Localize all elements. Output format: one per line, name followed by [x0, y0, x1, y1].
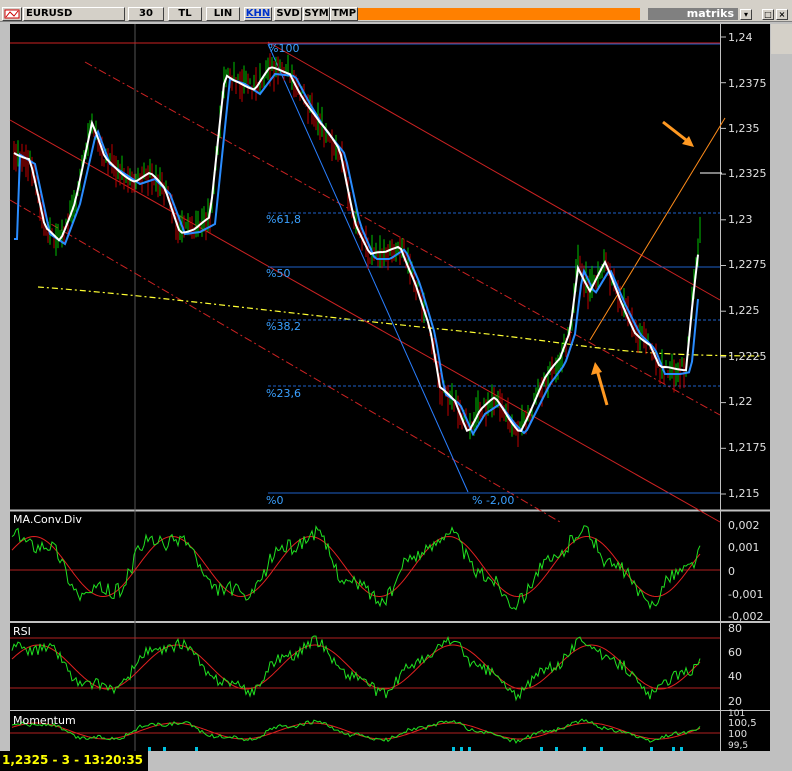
event-marker [195, 747, 198, 751]
momentum-axis-label: 100 [728, 729, 747, 740]
macd-axis-label: 0,001 [728, 541, 760, 554]
chart-toolbar: EURUSD 30 TL LIN KHN SVD SYM TMP matriks… [0, 0, 792, 22]
price-label: 1,235 [728, 122, 760, 135]
matriks-logo: matriks [648, 8, 738, 20]
sym-button[interactable]: SYM [303, 7, 330, 21]
event-marker [452, 747, 455, 751]
fib-label-50: %50 [266, 267, 290, 280]
event-marker [468, 747, 471, 751]
side-toolbox[interactable] [771, 24, 792, 54]
chart-icon[interactable] [2, 7, 22, 21]
rsi-title: RSI [13, 625, 31, 638]
rsi-axis-label: 80 [728, 622, 742, 635]
maximize-button[interactable]: □ [762, 9, 774, 20]
close-button[interactable]: × [776, 9, 788, 20]
tmp-button[interactable]: TMP [330, 7, 358, 21]
price-label: 1,2375 [728, 77, 767, 90]
fib-label-23-6: %23,6 [266, 387, 301, 400]
chart-canvas[interactable]: %100 %61,8 %50 %38,2 %23,6 %0 % -2,00 1,… [0, 22, 792, 751]
rsi-axis-label: 40 [728, 670, 742, 683]
price-label: 1,24 [728, 31, 753, 44]
event-marker [600, 747, 603, 751]
price-label: 1,22 [728, 395, 753, 408]
event-marker [672, 747, 675, 751]
macd-pane[interactable] [10, 511, 720, 621]
event-marker [650, 747, 653, 751]
fib-label-38-2: %38,2 [266, 320, 301, 333]
khn-button[interactable]: KHN [244, 7, 272, 21]
price-label: 1,2175 [728, 441, 767, 454]
price-label: 1,215 [728, 487, 760, 500]
svd-button[interactable]: SVD [274, 7, 302, 21]
event-marker [148, 747, 151, 751]
lin-button[interactable]: LIN [206, 7, 240, 21]
symbol-field[interactable]: EURUSD [23, 7, 125, 21]
momentum-axis-label: 99,5 [728, 741, 748, 751]
event-marker [583, 747, 586, 751]
event-marker [680, 747, 683, 751]
price-label: 1,225 [728, 304, 760, 317]
event-marker [163, 747, 166, 751]
momentum-title: Momentum [13, 714, 76, 727]
price-label: 1,2225 [728, 350, 767, 363]
period-button[interactable]: 30 [128, 7, 164, 21]
event-marker [460, 747, 463, 751]
event-marker [555, 747, 558, 751]
rsi-pane[interactable] [10, 623, 720, 710]
price-label: 1,2275 [728, 258, 767, 271]
momentum-axis-label: 100,5 [728, 718, 757, 729]
fib-label-100: %100 [268, 42, 299, 55]
title-bar [358, 8, 640, 20]
minimize-button[interactable]: ▾ [740, 9, 752, 20]
fib-label-0: %0 [266, 494, 283, 507]
price-label: 1,23 [728, 213, 753, 226]
rsi-axis-label: 20 [728, 695, 742, 708]
channel-label: % -2,00 [472, 494, 514, 507]
current-price-label: 1,2325 [728, 167, 767, 180]
macd-axis-label: 0,002 [728, 519, 760, 532]
rsi-axis-label: 60 [728, 646, 742, 659]
tl-button[interactable]: TL [168, 7, 202, 21]
macd-title: MA.Conv.Div [13, 513, 82, 526]
macd-axis-label: -0,001 [728, 588, 763, 601]
macd-axis-label: 0 [728, 565, 735, 578]
event-marker [540, 747, 543, 751]
fib-label-61-8: %61,8 [266, 213, 301, 226]
status-readout: 1,2325 - 3 - 13:20:35 [0, 751, 148, 771]
